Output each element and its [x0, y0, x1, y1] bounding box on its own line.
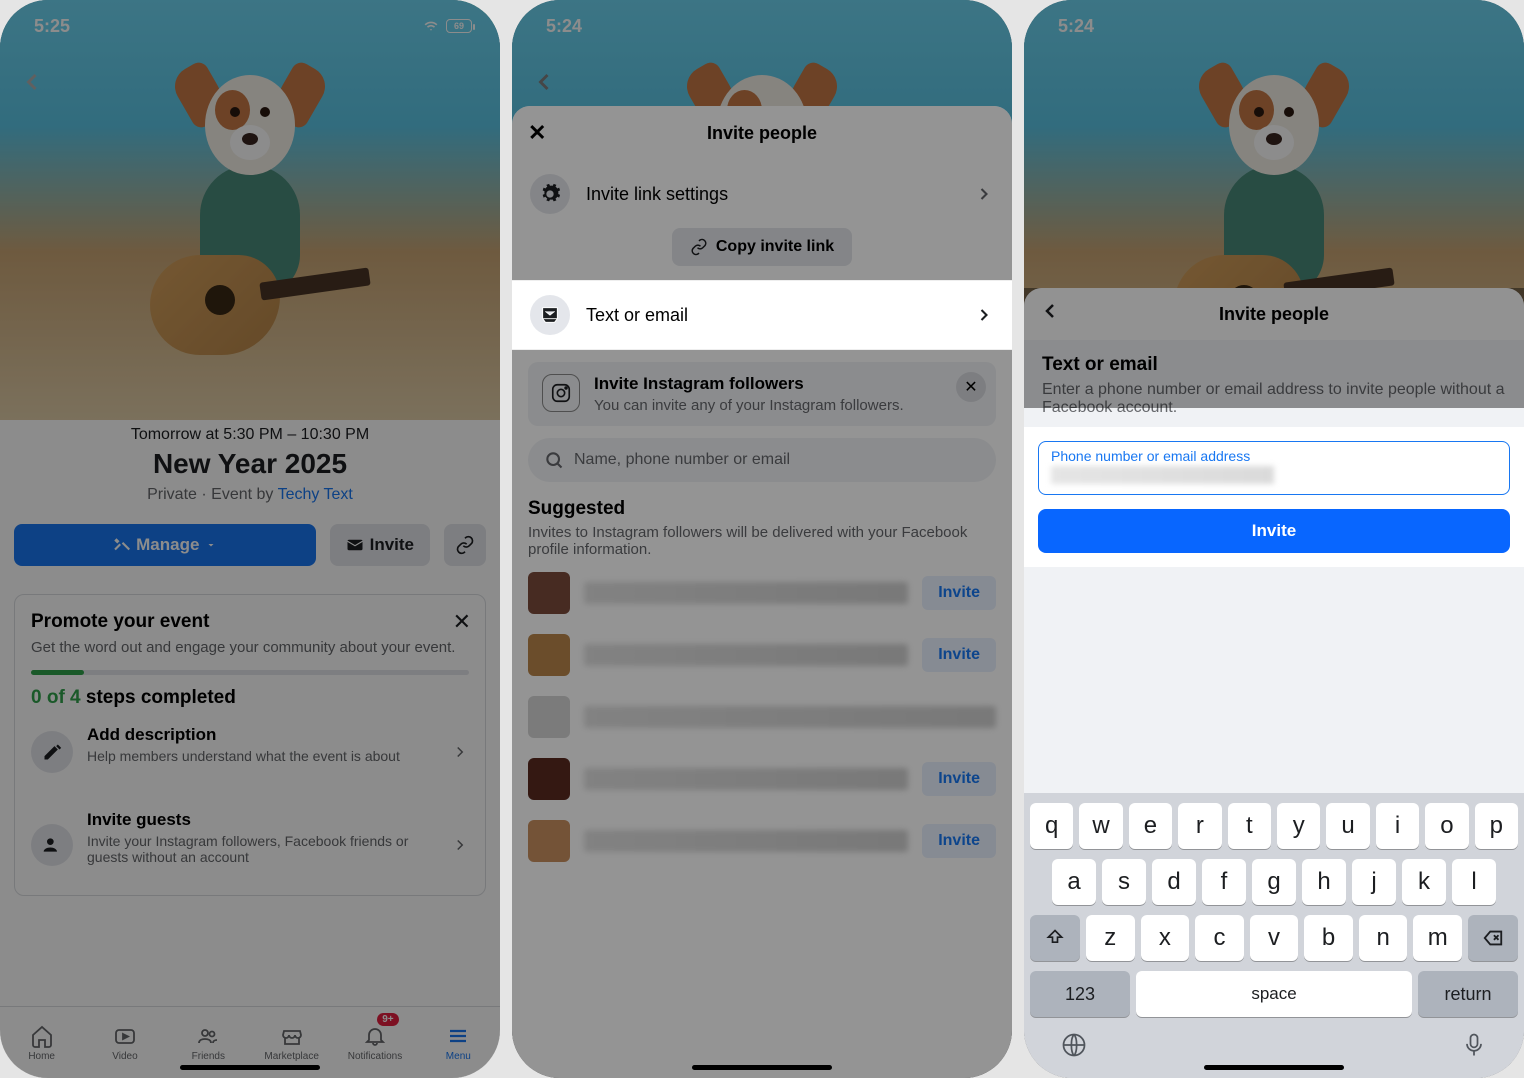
- key-p[interactable]: p: [1475, 803, 1518, 849]
- key-f[interactable]: f: [1202, 859, 1246, 905]
- key-w[interactable]: w: [1079, 803, 1122, 849]
- key-i[interactable]: i: [1376, 803, 1419, 849]
- home-indicator[interactable]: [180, 1065, 320, 1070]
- numbers-key[interactable]: 123: [1030, 971, 1130, 1017]
- inbox-icon: [530, 295, 570, 335]
- key-n[interactable]: n: [1359, 915, 1408, 961]
- redacted-input-value: [1051, 466, 1274, 484]
- key-a[interactable]: a: [1052, 859, 1096, 905]
- ios-keyboard[interactable]: qwertyuiop asdfghjkl zxcvbnm 123 space r…: [1024, 793, 1524, 1078]
- key-u[interactable]: u: [1326, 803, 1369, 849]
- globe-icon[interactable]: [1060, 1031, 1088, 1064]
- invite-people-sheet: ✕ Invite people Invite link settings Cop…: [512, 106, 1012, 1078]
- key-j[interactable]: j: [1352, 859, 1396, 905]
- space-key[interactable]: space: [1136, 971, 1412, 1017]
- phone-email-input[interactable]: Phone number or email address: [1038, 441, 1510, 495]
- phone-screen-invite-people: 5:24 ✕ Invite people Invite link setting…: [512, 0, 1012, 1078]
- shift-key[interactable]: [1030, 915, 1080, 961]
- key-h[interactable]: h: [1302, 859, 1346, 905]
- return-key[interactable]: return: [1418, 971, 1518, 1017]
- key-q[interactable]: q: [1030, 803, 1073, 849]
- key-y[interactable]: y: [1277, 803, 1320, 849]
- phone-screen-event: 5:25 69 Tomorrow at 5:30 PM – 10:30 PM N…: [0, 0, 500, 1078]
- chevron-right-icon: [974, 305, 994, 325]
- key-v[interactable]: v: [1250, 915, 1299, 961]
- key-r[interactable]: r: [1178, 803, 1221, 849]
- key-x[interactable]: x: [1141, 915, 1190, 961]
- key-z[interactable]: z: [1086, 915, 1135, 961]
- key-g[interactable]: g: [1252, 859, 1296, 905]
- key-t[interactable]: t: [1228, 803, 1271, 849]
- phone-screen-text-email: 5:24 Invite people Text or email Enter a…: [1024, 0, 1524, 1078]
- invite-submit-button[interactable]: Invite: [1038, 509, 1510, 553]
- backspace-key[interactable]: [1468, 915, 1518, 961]
- key-s[interactable]: s: [1102, 859, 1146, 905]
- key-o[interactable]: o: [1425, 803, 1468, 849]
- text-or-email-row[interactable]: Text or email: [512, 280, 1012, 350]
- mic-icon[interactable]: [1460, 1031, 1488, 1064]
- key-c[interactable]: c: [1195, 915, 1244, 961]
- key-k[interactable]: k: [1402, 859, 1446, 905]
- key-l[interactable]: l: [1452, 859, 1496, 905]
- key-d[interactable]: d: [1152, 859, 1196, 905]
- home-indicator[interactable]: [692, 1065, 832, 1070]
- key-b[interactable]: b: [1304, 915, 1353, 961]
- home-indicator[interactable]: [1204, 1065, 1344, 1070]
- key-e[interactable]: e: [1129, 803, 1172, 849]
- key-m[interactable]: m: [1413, 915, 1462, 961]
